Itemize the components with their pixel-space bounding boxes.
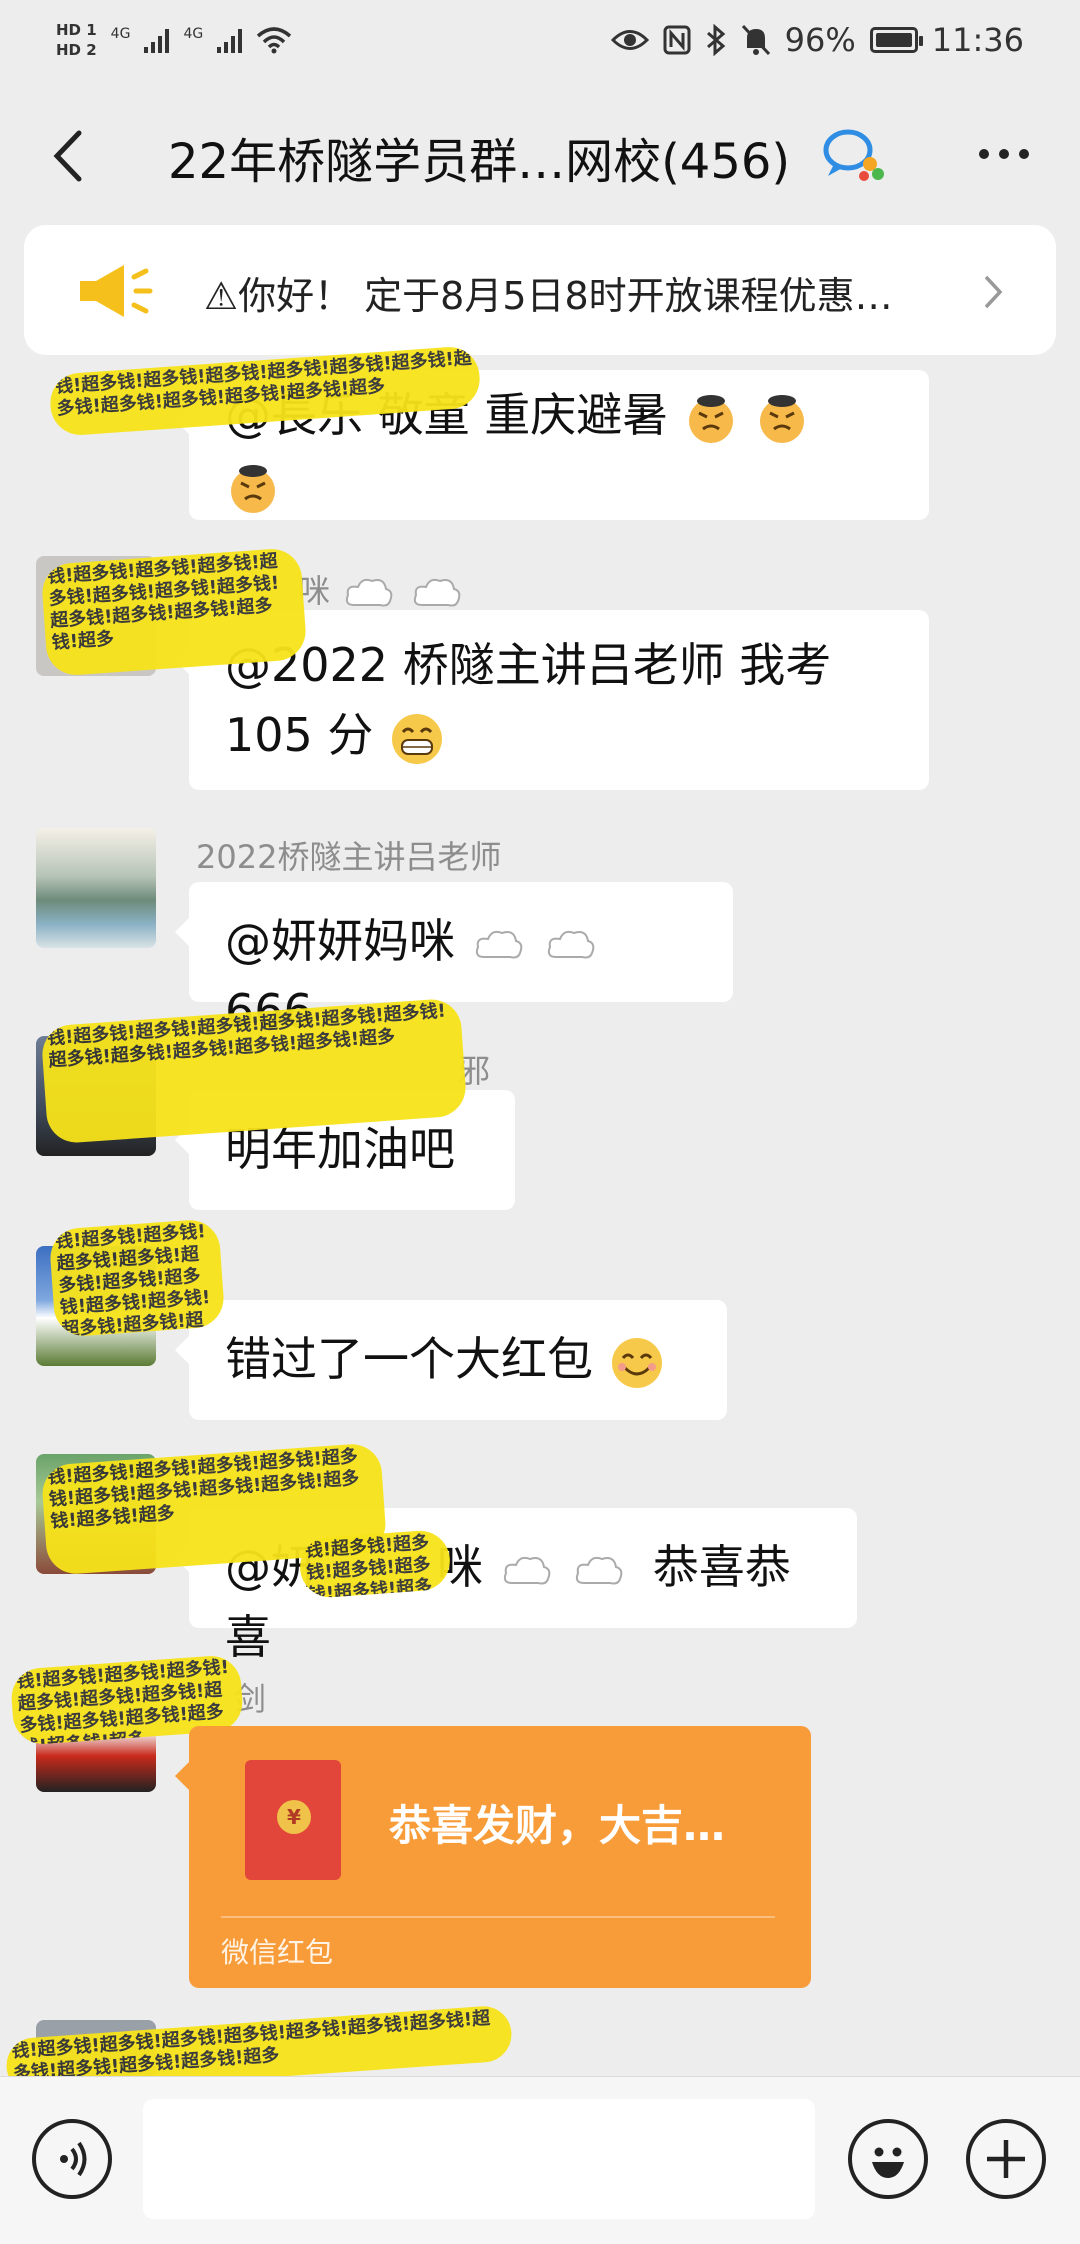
voice-button[interactable] [32,2119,112,2199]
red-packet[interactable]: ¥ 恭喜发财，大吉… 微信红包 [175,1726,811,1988]
grin-emoji-icon [392,713,443,764]
battery-percent: 96% [784,21,856,59]
battery-icon [869,27,923,53]
cloud-icon [548,930,595,958]
heat-emoji-icon [759,394,804,443]
network-type-1: 4G [110,26,131,42]
message-bubble[interactable]: @妍妍妈咪 666 [175,882,733,1038]
status-left: HD 1 HD 2 4G 4G [56,20,292,60]
smile-emoji-icon [611,1337,662,1388]
plus-icon [987,2140,1025,2178]
sender-name: 咪 [298,566,466,612]
sender-name: 2022桥隧主讲吕老师 [196,838,502,876]
more-button[interactable] [964,124,1044,184]
red-packet-label: 微信红包 [221,1936,334,1969]
avatar[interactable] [36,828,156,948]
cloud-icon [576,1556,623,1584]
heat-emoji-icon [688,394,733,443]
announcement-text: ⚠你好！ 定于8月5日8时开放课程优惠… [204,274,893,318]
megaphone-icon [80,265,153,317]
voice-icon [60,2141,87,2177]
chat-title: 22年桥隧学员群…网校(456) [168,134,791,190]
title-bar: 22年桥隧学员群…网校(456) [0,80,1080,230]
redaction-sticker: 钱!超多钱!超多钱!超多钱!超多钱!超多钱!超多钱!超多钱!超多钱!超多钱!超多… [40,547,308,677]
announcement-bar[interactable]: ⚠你好！ 定于8月5日8时开放课程优惠… [24,225,1056,355]
emoji-icon [872,2147,904,2178]
message-bubble[interactable]: 错过了一个大红包 [175,1300,727,1420]
back-button[interactable] [38,120,98,192]
message-text: 明年加油吧 [225,1122,455,1176]
status-right: 96% 11:36 [610,21,1024,59]
eye-icon [610,30,649,50]
hd2-label: HD 2 [56,41,97,59]
emoji-button[interactable] [848,2119,928,2199]
message-text: @妍妍妈咪 [225,914,455,968]
cloud-icon [414,578,461,607]
redaction-sticker: 钱!超多钱!超多钱!超多钱!超多钱!超多钱!超多钱!超多钱!超多钱!超多钱!超多… [298,1528,452,1600]
bluetooth-icon [706,24,725,56]
divider [221,1916,775,1918]
back-icon [53,130,82,182]
heat-emoji-icon [231,464,275,513]
red-packet-title: 恭喜发财，大吉… [389,1801,726,1850]
chevron-right-icon [984,275,1003,309]
input-bar [0,2076,1080,2244]
cloud-icon [346,578,393,607]
wifi-icon [257,27,292,54]
cloud-icon [475,930,522,958]
message-text: @2022 桥隧主讲吕老师 我考 [225,638,832,692]
message-text: 105 分 [225,708,374,762]
plus-button[interactable] [966,2119,1046,2199]
group-chat-icon[interactable] [820,124,886,184]
network-type-2: 4G [183,26,204,42]
message-text: 错过了一个大红包 [225,1332,593,1386]
red-envelope-icon: ¥ [245,1760,341,1880]
mute-icon [741,24,770,56]
signal-icon [217,27,243,53]
yen-coin-icon: ¥ [277,1800,311,1834]
cloud-icon [503,1556,550,1584]
hd1-label: HD 1 [56,21,97,39]
signal-icon [144,27,170,53]
hd-indicator: HD 1 HD 2 [56,20,97,60]
redaction-sticker: 钱!超多钱!超多钱!超多钱!超多钱!超多钱!超多钱!超多钱!超多钱!超多钱!超多… [48,1218,226,1338]
message-input[interactable] [143,2099,815,2219]
nfc-icon [663,25,691,55]
clock: 11:36 [931,21,1024,59]
more-icon [979,149,989,159]
status-bar: HD 1 HD 2 4G 4G 96% 11:36 [0,0,1080,80]
